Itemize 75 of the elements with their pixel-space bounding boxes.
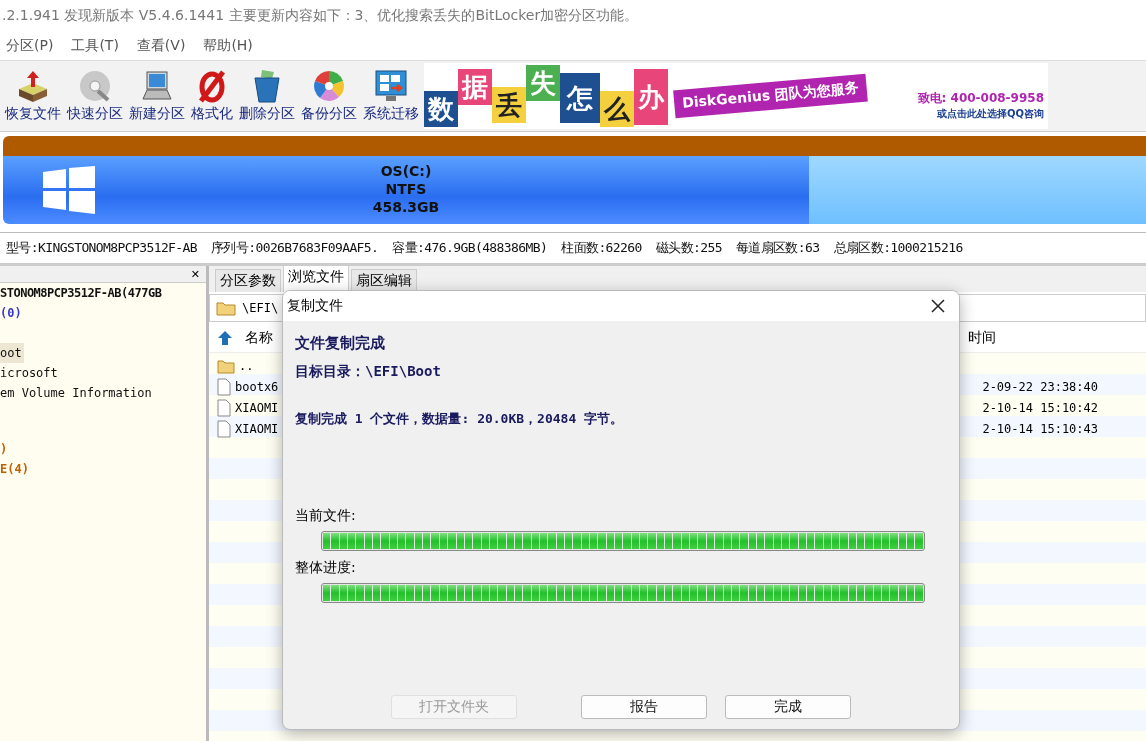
partition-block[interactable]: OS(C:) NTFS 458.3GB: [3, 156, 809, 224]
toolbar-button[interactable]: 新建分区: [126, 69, 188, 123]
progress-label: 整体进度:: [295, 559, 356, 577]
disk-info: 柱面数:62260: [561, 239, 642, 257]
dialog-button[interactable]: 报告: [581, 695, 707, 719]
tab[interactable]: 扇区编辑: [351, 269, 417, 292]
disk-info: 型号:KINGSTONOM8PCP3512F-AB: [6, 239, 197, 257]
tree-item[interactable]: E(4): [0, 459, 31, 479]
folder-icon: [217, 357, 235, 374]
tree-item[interactable]: oot: [0, 343, 24, 363]
file-name[interactable]: ..: [239, 358, 254, 373]
banner-tile: 办: [634, 69, 668, 125]
menu-item[interactable]: 查看(V): [136, 37, 186, 55]
partition-size: 458.3GB: [372, 198, 440, 216]
file-time: 2-10-14 15:10:43: [982, 421, 1098, 436]
menu-item[interactable]: 工具(T): [71, 37, 119, 55]
banner-tile: 失: [526, 65, 560, 101]
box-arrow-icon: [16, 69, 50, 103]
file-name[interactable]: XIAOMI: [235, 421, 279, 436]
toolbar-button[interactable]: 格式化: [188, 69, 236, 123]
disk-info: 容量:476.9GB(488386MB): [392, 239, 548, 257]
copy-summary: 复制完成 1 个文件，数据量: 20.0KB，20484 字节。: [295, 410, 625, 428]
banner-phone: 致电: 400-008-9958: [917, 89, 1044, 107]
target-directory: 目标目录：\EFI\Boot: [295, 362, 442, 381]
partition-name: OS(C:): [380, 162, 432, 180]
tree-item[interactable]: em Volume Information: [0, 383, 154, 403]
banner-tile: 丢: [492, 87, 526, 123]
progress-label: 当前文件:: [295, 507, 356, 525]
dialog-heading: 文件复制完成: [295, 333, 386, 354]
toolbar-button[interactable]: 系统迁移: [360, 69, 422, 123]
tree-item[interactable]: (0): [0, 303, 24, 323]
banner-link[interactable]: 或点击此处选择QQ咨询: [937, 106, 1044, 121]
banner-ad[interactable]: 数 据 丢 失 怎 么 办 DiskGenius 团队为您服务 致电: 400-008-9958 或点击此处选择QQ咨询: [424, 63, 1048, 129]
banner-tile: 数: [424, 91, 458, 127]
dialog-button[interactable]: 完成: [725, 695, 851, 719]
disk-info: 总扇区数:1000215216: [833, 239, 963, 257]
column-header[interactable]: 名称: [245, 329, 273, 347]
toolbar-button[interactable]: 快速分区: [64, 69, 126, 123]
tab[interactable]: 浏览文件: [283, 265, 349, 292]
close-icon[interactable]: [931, 299, 945, 313]
toolbar-button[interactable]: 备份分区: [298, 69, 360, 123]
tab[interactable]: 分区参数: [215, 269, 281, 292]
file-name[interactable]: XIAOMI: [235, 400, 279, 415]
up-arrow-icon[interactable]: [217, 330, 233, 346]
menu-item[interactable]: 帮助(H): [203, 37, 253, 55]
file-time: 2-09-22 23:38:40: [982, 379, 1098, 394]
dialog-title: 复制文件: [287, 297, 343, 315]
disk-info: 每道扇区数:63: [735, 239, 820, 257]
tree-item[interactable]: icrosoft: [0, 363, 60, 383]
banner-tile: 么: [600, 91, 634, 127]
file-icon: [217, 398, 231, 417]
menu-item[interactable]: 分区(P): [6, 37, 54, 55]
monitor-arrow-icon: [374, 69, 408, 103]
windows-logo-icon: [43, 166, 95, 214]
folder-icon: [216, 300, 236, 316]
file-name[interactable]: bootx6: [235, 379, 279, 394]
tree-item[interactable]: STONOM8PCP3512F-AB(477GB: [0, 283, 164, 303]
tree-item[interactable]: ): [0, 439, 10, 459]
toolbar-button[interactable]: 恢复文件: [2, 69, 64, 123]
file-time: 2-10-14 15:10:42: [982, 400, 1098, 415]
column-header[interactable]: 时间: [968, 329, 996, 347]
disk-info: 序列号:0026B7683F09AAF5.: [211, 239, 379, 257]
banner-tile: 据: [458, 69, 492, 105]
banner-tile: 怎: [560, 73, 600, 123]
close-icon[interactable]: ✕: [190, 267, 200, 281]
laptop-icon: [140, 69, 174, 103]
window-title: .2.1.941 发现新版本 V5.4.6.1441 主要更新内容如下：3、优化搜索丢失的BitLocker加密分区功能。: [2, 7, 639, 25]
file-icon: [217, 377, 231, 396]
disk-info: 磁头数:255: [655, 239, 722, 257]
toolbar-button[interactable]: 删除分区: [236, 69, 298, 123]
banner-slogan: DiskGenius 团队为您服务: [681, 79, 860, 113]
partition-fs: NTFS: [385, 180, 427, 198]
disc-icon: [78, 69, 112, 103]
color-wheel-icon: [312, 69, 346, 103]
file-icon: [217, 419, 231, 438]
